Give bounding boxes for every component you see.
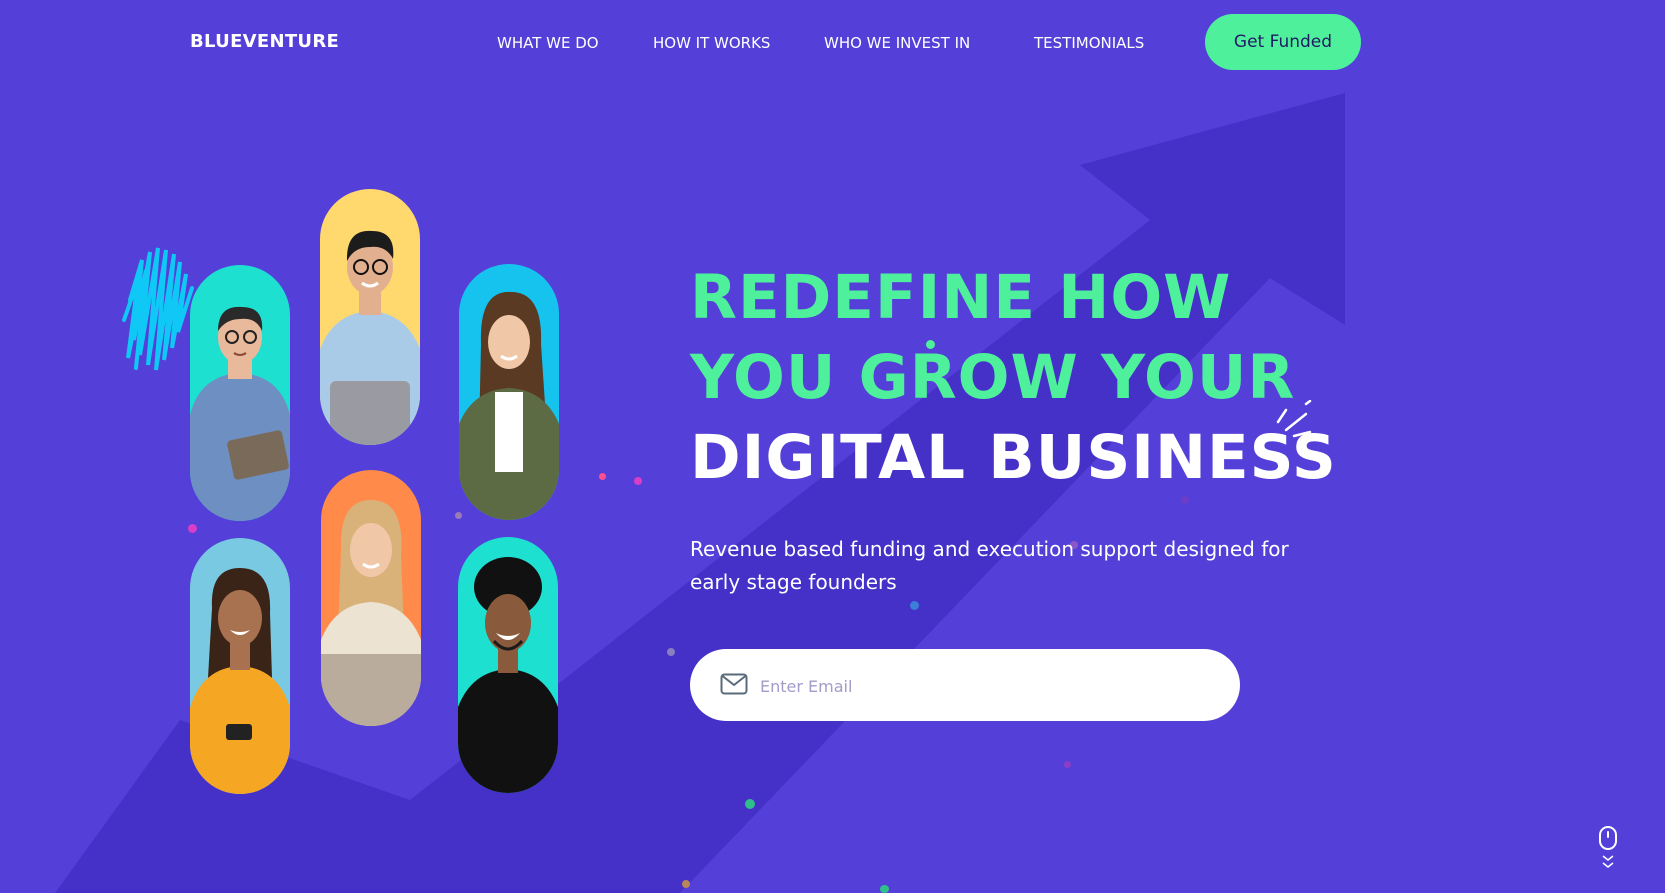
top-navbar: BLUEVENTURE WHAT WE DO HOW IT WORKS WHO … [0, 0, 1665, 86]
person-illustration-icon [320, 230, 420, 445]
get-funded-button[interactable]: Get Funded [1205, 14, 1361, 70]
hero-title: REDEFINE HOW YOU GROW YOUR DIGITAL BUSIN… [690, 258, 1337, 498]
person-illustration-icon [459, 291, 559, 520]
person-illustration-icon [321, 500, 421, 726]
decorative-dot [634, 477, 642, 485]
mouse-scroll-icon[interactable] [1598, 825, 1620, 875]
decorative-dot [682, 880, 690, 888]
founder-portrait [190, 265, 290, 521]
decorative-dot [667, 648, 675, 656]
nav-item-what-we-do[interactable]: WHAT WE DO [497, 34, 600, 52]
person-illustration-icon [190, 568, 290, 794]
decorative-dot [910, 601, 919, 610]
founder-portrait [321, 470, 421, 726]
hero-subtitle: Revenue based funding and execution supp… [690, 537, 1289, 594]
person-illustration-icon [458, 557, 558, 793]
email-input[interactable] [758, 663, 1212, 709]
person-illustration-icon [190, 306, 290, 521]
brand-logo[interactable]: BLUEVENTURE [190, 31, 339, 52]
hero-title-line-3: DIGITAL BUSINESS [690, 422, 1337, 493]
hero-title-line-2: YOU GROW YOUR [690, 342, 1296, 413]
sparkle-icon [1276, 400, 1312, 438]
mail-icon [720, 673, 748, 695]
decorative-dot [880, 885, 889, 893]
decorative-dot [1064, 761, 1071, 768]
main-nav: WHAT WE DO HOW IT WORKS WHO WE INVEST IN… [497, 34, 1152, 52]
founder-portrait [190, 538, 290, 794]
nav-item-how-it-works[interactable]: HOW IT WORKS [653, 34, 771, 52]
founder-portrait [459, 264, 559, 520]
decorative-dot [188, 524, 197, 533]
founder-portrait [458, 537, 558, 793]
decorative-dot [599, 473, 606, 480]
nav-item-testimonials[interactable]: TESTIMONIALS [1034, 34, 1152, 52]
hero-title-line-1: REDEFINE HOW [690, 262, 1232, 333]
decorative-dot [455, 512, 462, 519]
nav-item-who-we-invest-in[interactable]: WHO WE INVEST IN [824, 34, 981, 52]
decorative-dot [745, 799, 755, 809]
founder-portrait [320, 189, 420, 445]
email-capture-box [690, 649, 1240, 721]
